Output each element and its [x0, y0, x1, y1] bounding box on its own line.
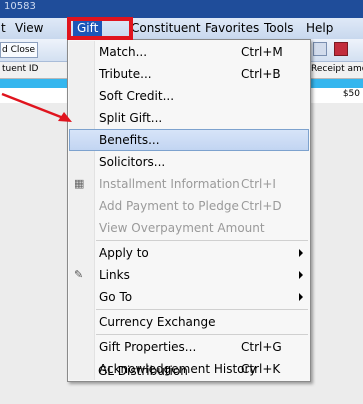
submenu-arrow-icon [299, 293, 303, 301]
menu-item-installment-information[interactable]: ▦ Installment Information Ctrl+I [69, 173, 309, 195]
submenu-arrow-icon [299, 249, 303, 257]
menu-item-currency-exchange[interactable]: Currency Exchange [69, 311, 309, 333]
save-and-close-button[interactable]: d Close [0, 42, 38, 58]
menu-item-match[interactable]: Match... Ctrl+M [69, 41, 309, 63]
menu-constituent[interactable]: Constituent [131, 21, 201, 35]
menu-bar: t View Gift Constituent Favorites Tools … [0, 18, 363, 39]
menu-item-soft-credit[interactable]: Soft Credit... [69, 85, 309, 107]
menu-item-solicitors[interactable]: Solicitors... [69, 151, 309, 173]
menu-favorites[interactable]: Favorites [205, 21, 259, 35]
menu-item-split-gift[interactable]: Split Gift... [69, 107, 309, 129]
menu-item-tribute[interactable]: Tribute... Ctrl+B [69, 63, 309, 85]
installment-icon: ▦ [74, 177, 85, 190]
menu-item-links[interactable]: ✎ Links [69, 264, 309, 286]
column-constituent-id[interactable]: tuent ID [2, 64, 38, 74]
menu-item-add-payment-to-pledge[interactable]: Add Payment to Pledge Ctrl+D [69, 195, 309, 217]
annotation-arrow-icon [1, 92, 72, 122]
menu-partial[interactable]: t [1, 21, 6, 35]
view-icon[interactable] [313, 42, 327, 56]
submenu-arrow-icon [299, 271, 303, 279]
window-title: 10583 [4, 1, 36, 12]
title-bar: 10583 [0, 0, 363, 18]
menu-separator [96, 240, 308, 241]
menu-tools[interactable]: Tools [264, 21, 294, 35]
annotation-highlight-box [67, 17, 133, 40]
menu-help[interactable]: Help [306, 21, 333, 35]
menu-separator [96, 334, 308, 335]
gift-dropdown-menu: Match... Ctrl+M Tribute... Ctrl+B Soft C… [67, 39, 311, 382]
menu-item-gift-properties[interactable]: Gift Properties... Ctrl+G [69, 336, 309, 358]
paperclip-icon: ✎ [74, 268, 84, 281]
menu-item-view-overpayment-amount[interactable]: View Overpayment Amount [69, 217, 309, 239]
menu-item-benefits[interactable]: Benefits... [69, 129, 309, 151]
menu-item-gl-distribution[interactable]: GL Distribution [68, 360, 308, 382]
report-icon[interactable] [334, 42, 348, 56]
menu-view[interactable]: View [15, 21, 43, 35]
menu-item-apply-to[interactable]: Apply to [69, 242, 309, 264]
menu-item-go-to[interactable]: Go To [69, 286, 309, 308]
menu-separator [96, 309, 308, 310]
receipt-amount-cell: $50 [342, 89, 360, 99]
column-receipt-amount[interactable]: Receipt amou [311, 64, 363, 74]
